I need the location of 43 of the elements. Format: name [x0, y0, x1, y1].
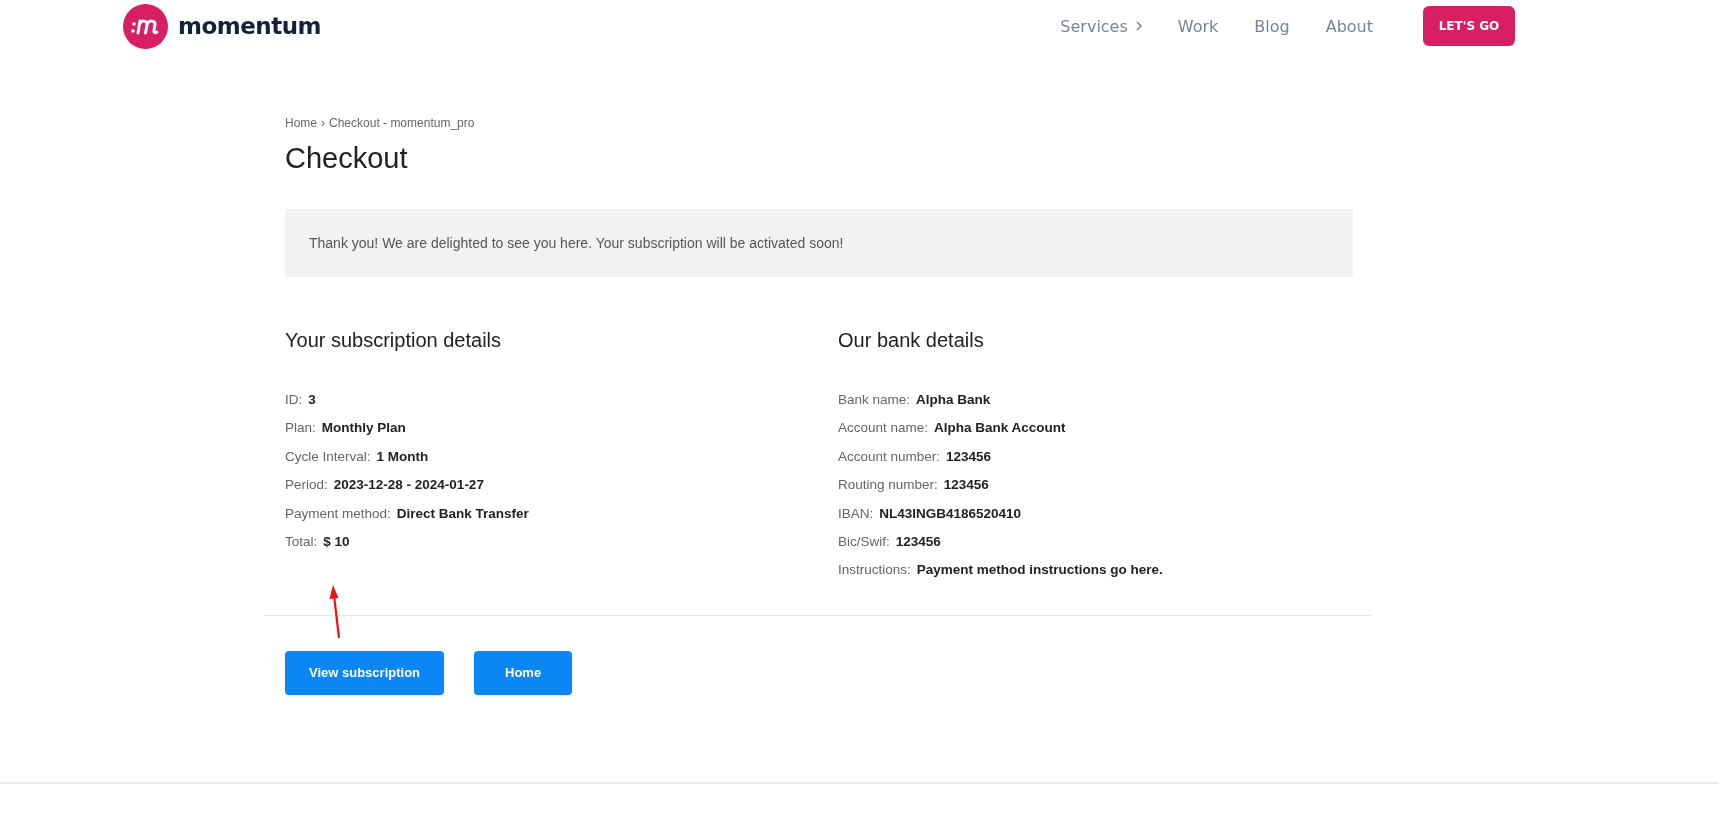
- notice-message: Thank you! We are delighted to see you here. Your subscription will be activated soon!: [285, 209, 1353, 277]
- detail-label: Total:: [285, 533, 318, 551]
- section-heading: Our bank details: [838, 329, 985, 352]
- detail-label: Account name:: [838, 420, 929, 438]
- detail-value: 1 Month: [376, 448, 429, 466]
- breadcrumb-item: Checkout - momentum_pro: [329, 116, 475, 130]
- detail-value: 2023-12-28 - 2024-01-27: [333, 477, 484, 495]
- detail-label: Routing number:: [838, 477, 938, 495]
- detail-label: Account number:: [838, 448, 941, 466]
- breadcrumb-item[interactable]: Home: [285, 116, 317, 130]
- detail-value: $ 10: [323, 533, 350, 551]
- detail-value: 123456: [943, 477, 989, 495]
- detail-label: Bic/Swif:: [838, 533, 890, 551]
- detail-value: 123456: [895, 533, 941, 551]
- detail-label: Cycle Interval:: [285, 448, 371, 466]
- detail-value: NL43INGB4186520410: [879, 505, 1022, 523]
- section-heading: Your subscription details: [285, 329, 503, 352]
- detail-label: Plan:: [285, 420, 316, 438]
- detail-label: Period:: [285, 477, 328, 495]
- view-subscription-button[interactable]: View subscription: [285, 650, 444, 695]
- detail-value: Alpha Bank: [916, 392, 991, 409]
- nav-link[interactable]: Blog: [1254, 16, 1290, 36]
- detail-value: Direct Bank Transfer: [396, 505, 529, 523]
- nav-link[interactable]: About: [1325, 16, 1373, 36]
- detail-value: 3: [308, 392, 316, 409]
- breadcrumb-separator: ›: [321, 116, 325, 130]
- logo-icon[interactable]: [123, 3, 168, 49]
- page-title: Checkout: [285, 142, 409, 175]
- detail-label: IBAN:: [838, 505, 874, 523]
- detail-value: 123456: [946, 448, 992, 466]
- chevron-right-icon: [1135, 21, 1142, 31]
- detail-value: Alpha Bank Account: [934, 420, 1066, 438]
- logo-wordmark[interactable]: momentum: [178, 13, 322, 39]
- detail-label: Bank name:: [838, 392, 911, 409]
- detail-value: Monthly Plan: [321, 420, 406, 438]
- detail-label: Instructions:: [838, 562, 911, 580]
- nav-link[interactable]: Services: [1060, 16, 1142, 36]
- home-button[interactable]: Home: [474, 650, 573, 695]
- nav-link[interactable]: Work: [1177, 16, 1219, 36]
- detail-value: Payment method instructions go here.: [916, 562, 1163, 580]
- lets-go-button[interactable]: LET'S GO: [1423, 6, 1515, 46]
- detail-label: ID:: [285, 392, 303, 409]
- detail-label: Payment method:: [285, 505, 391, 523]
